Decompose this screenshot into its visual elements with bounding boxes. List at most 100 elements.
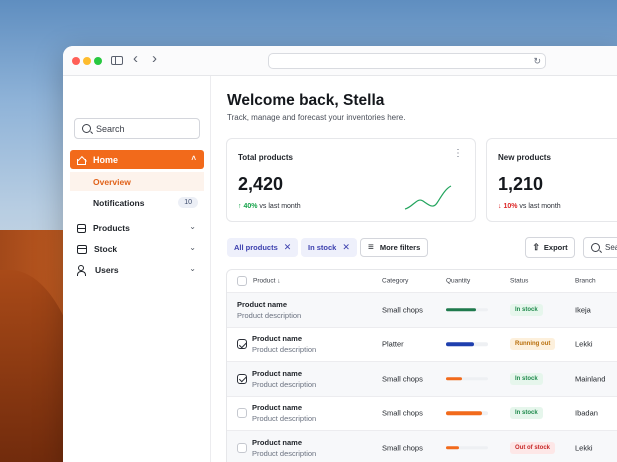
trend-up-value: ↑ 40% <box>238 203 258 210</box>
trend-text: vs last month <box>519 203 561 210</box>
product-description: Product description <box>252 345 317 355</box>
page-subtitle: Track, manage and forecast your inventor… <box>227 113 406 122</box>
zoom-window-button[interactable] <box>94 57 102 65</box>
quantity-bar <box>446 446 488 450</box>
remove-filter-icon[interactable]: ✕ <box>284 242 292 253</box>
main-content: Welcome back, Stella Track, manage and f… <box>212 76 617 462</box>
filter-chip-in-stock[interactable]: In stock ✕ <box>301 238 357 257</box>
product-name: Product name <box>252 334 303 344</box>
column-header-category[interactable]: Category <box>382 278 408 285</box>
branch-cell: Lekki <box>575 443 593 453</box>
branch-cell: Mainland <box>575 374 606 384</box>
chip-label: All products <box>234 243 278 252</box>
column-header-status[interactable]: Status <box>510 278 528 285</box>
card-trend: ↓ 10% vs last month <box>498 203 561 210</box>
sidebar-item-stock[interactable]: Stock ⌄ <box>70 240 204 258</box>
status-badge: Out of stock <box>510 441 556 454</box>
new-products-card: New products 1,210 ↓ 10% vs last month <box>486 138 617 222</box>
status-badge: In stock <box>510 407 543 420</box>
product-cell: Product name Product description <box>252 369 316 389</box>
sidebar-item-home[interactable]: Home ˄ <box>70 150 204 169</box>
filter-chip-all-products[interactable]: All products ✕ <box>227 238 299 257</box>
export-label: Export <box>543 243 568 252</box>
branch-cell: Ikeja <box>575 305 591 315</box>
product-name: Product name <box>252 403 303 413</box>
sidebar-search-input[interactable]: Search <box>74 118 200 139</box>
quantity-fill <box>446 308 477 312</box>
quantity-fill <box>446 342 474 346</box>
branch-cell: Lekki <box>575 339 593 349</box>
quantity-bar <box>446 411 488 415</box>
row-checkbox[interactable] <box>237 339 247 350</box>
box-icon <box>77 223 86 233</box>
table-row[interactable]: Product name Product description Platter… <box>227 328 617 362</box>
more-filters-button[interactable]: ≡ More filters <box>360 238 429 257</box>
minimize-window-button[interactable] <box>83 57 91 65</box>
column-header-product[interactable]: Product ↓ <box>253 278 280 285</box>
notifications-count-badge: 10 <box>178 197 198 208</box>
quantity-fill <box>446 411 482 415</box>
card-value: 2,420 <box>238 174 284 194</box>
users-icon <box>77 265 88 276</box>
quantity-fill <box>446 377 462 381</box>
table-row[interactable]: Product name Product description Small c… <box>227 397 617 431</box>
sidebar-item-overview[interactable]: Overview <box>70 172 204 191</box>
sidebar-toggle-icon[interactable] <box>111 56 123 65</box>
search-placeholder: Sea <box>605 243 617 252</box>
row-checkbox[interactable] <box>237 373 247 384</box>
trend-text: vs last month <box>259 203 301 210</box>
search-icon <box>82 124 91 133</box>
card-label: New products <box>498 153 551 162</box>
product-name: Product name <box>252 368 303 378</box>
back-arrow-icon[interactable]: ‹ <box>133 51 138 67</box>
chip-label: In stock <box>308 243 337 252</box>
product-description: Product description <box>252 414 317 424</box>
filter-lines-icon: ≡ <box>368 242 374 253</box>
sidebar-item-label: Users <box>95 265 119 275</box>
sidebar-item-products[interactable]: Products ⌄ <box>70 219 204 237</box>
products-table: Product ↓ Category Quantity Status Branc… <box>226 269 617 462</box>
select-all-checkbox[interactable] <box>237 276 247 286</box>
sidebar-item-label: Home <box>93 154 119 165</box>
branch-cell: Ibadan <box>575 408 598 418</box>
table-row[interactable]: Product name Product description Small c… <box>227 362 617 397</box>
product-cell: Product name Product description <box>237 300 301 320</box>
product-name: Product name <box>252 437 303 447</box>
sidebar: Search Home ˄ Overview Notifications 10 … <box>63 76 211 462</box>
status-badge: In stock <box>510 372 543 385</box>
app-window: ‹ › ↻ Search Home ˄ Overview Notificatio… <box>63 46 617 462</box>
table-search-input[interactable]: Sea <box>583 237 617 258</box>
product-description: Product description <box>252 448 317 458</box>
reload-icon[interactable]: ↻ <box>533 54 541 68</box>
export-button[interactable]: ⇧ Export <box>525 237 575 258</box>
upload-cloud-icon: ⇧ <box>532 242 540 252</box>
search-icon <box>591 243 600 252</box>
sidebar-item-label: Overview <box>93 176 131 187</box>
close-window-button[interactable] <box>72 57 80 65</box>
quantity-bar <box>446 377 488 381</box>
table-header: Product ↓ Category Quantity Status Branc… <box>227 270 617 293</box>
status-badge: In stock <box>510 303 543 316</box>
sidebar-item-users[interactable]: Users ⌄ <box>70 261 204 279</box>
chevron-down-icon: ⌄ <box>189 264 196 273</box>
column-header-branch[interactable]: Branch <box>575 278 596 285</box>
sidebar-item-notifications[interactable]: Notifications 10 <box>70 194 204 212</box>
chevron-down-icon: ⌄ <box>189 243 196 252</box>
more-vertical-icon[interactable]: ⋮ <box>453 149 463 159</box>
home-icon <box>77 158 86 165</box>
column-header-quantity[interactable]: Quantity <box>446 278 470 285</box>
row-checkbox[interactable] <box>237 442 247 453</box>
table-row[interactable]: Product name Product description Small c… <box>227 293 617 328</box>
remove-filter-icon[interactable]: ✕ <box>342 242 350 253</box>
forward-arrow-icon[interactable]: › <box>152 51 157 67</box>
sidebar-item-label: Notifications <box>93 198 145 208</box>
title-bar: ‹ › ↻ <box>63 46 617 76</box>
product-cell: Product name Product description <box>252 334 316 354</box>
product-description: Product description <box>237 310 302 320</box>
category-cell: Small chops <box>382 305 423 315</box>
address-bar[interactable]: ↻ <box>268 53 546 69</box>
trend-down-value: ↓ 10% <box>498 203 518 210</box>
table-row[interactable]: Product name Product description Small c… <box>227 431 617 462</box>
row-checkbox[interactable] <box>237 408 247 419</box>
card-value: 1,210 <box>498 174 544 194</box>
